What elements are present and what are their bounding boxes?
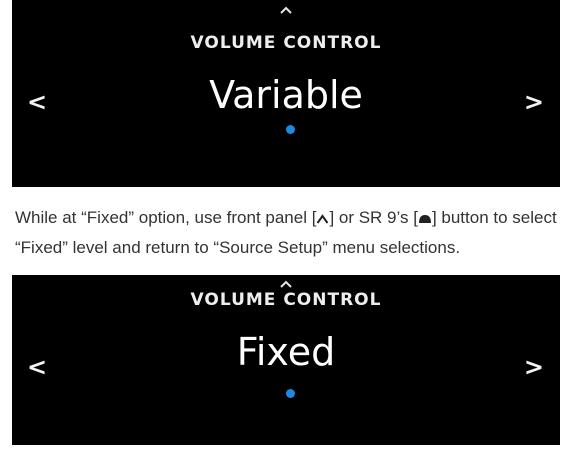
page-indicator-dot [286, 389, 295, 398]
menu-title: VOLUME CONTROL [190, 33, 382, 53]
option-value: Variable [209, 73, 363, 117]
remote-button-icon [418, 206, 432, 234]
instruction-part-2: ] or SR 9’s [ [329, 208, 418, 227]
chevron-up-icon[interactable] [12, 2, 560, 20]
instruction-part-1: While at “Fixed” option, use front panel… [15, 208, 317, 227]
display-screen-variable: VOLUME CONTROL < Variable > [12, 0, 560, 187]
option-value: Fixed [236, 330, 336, 374]
right-arrow-icon[interactable]: > [524, 353, 544, 381]
menu-title: VOLUME CONTROL [190, 290, 382, 310]
right-arrow-icon[interactable]: > [524, 88, 544, 116]
instruction-text: While at “Fixed” option, use front panel… [15, 204, 560, 262]
display-screen-fixed: VOLUME CONTROL < Fixed > [12, 275, 560, 445]
up-caret-icon [316, 206, 329, 234]
page-indicator-dot [286, 125, 295, 134]
